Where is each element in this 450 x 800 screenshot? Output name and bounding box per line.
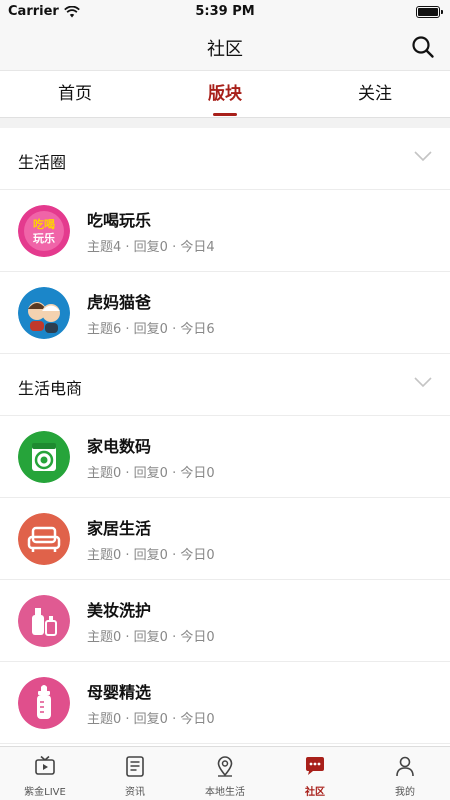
parents-icon [18, 287, 70, 339]
forum-row[interactable]: 家电数码 主题0 · 回复0 · 今日0 [0, 416, 450, 498]
tv-icon [35, 755, 55, 775]
tabbar-label: 紫金LIVE [24, 787, 66, 798]
active-tab-indicator [213, 113, 237, 116]
tabbar-label: 资讯 [125, 787, 145, 798]
top-tabs: 首页 版块 关注 [0, 70, 450, 118]
forum-name: 美妆洗护 [87, 601, 152, 620]
washing-machine-icon [18, 431, 70, 483]
forum-stats: 主题0 · 回复0 · 今日0 [87, 466, 215, 481]
chevron-down-icon[interactable] [414, 150, 432, 162]
news-icon [126, 756, 144, 777]
forum-name: 吃喝玩乐 [87, 211, 152, 230]
forum-name: 家居生活 [87, 519, 152, 538]
tabbar-label: 我的 [395, 787, 415, 798]
forum-stats: 主题0 · 回复0 · 今日0 [87, 712, 215, 727]
forum-row[interactable]: 母婴精选 主题0 · 回复0 · 今日0 [0, 662, 450, 744]
chevron-down-icon[interactable] [414, 376, 432, 388]
tab-following[interactable]: 关注 [300, 71, 450, 119]
forum-row[interactable]: 虎妈猫爸 主题6 · 回复0 · 今日6 [0, 272, 450, 354]
tabbar-item-news[interactable]: 资讯 [90, 747, 180, 800]
bottom-tab-bar: 紫金LIVE 资讯 本地生活 社区 我的 [0, 746, 450, 800]
svg-text:玩乐: 玩乐 [33, 231, 55, 245]
forum-row[interactable]: 美妆洗护 主题0 · 回复0 · 今日0 [0, 580, 450, 662]
forum-stats: 主题0 · 回复0 · 今日0 [87, 630, 215, 645]
status-bar: Carrier 5:39 PM [0, 0, 450, 24]
sofa-icon [18, 513, 70, 565]
tabbar-label: 本地生活 [205, 787, 245, 798]
forum-stats: 主题6 · 回复0 · 今日6 [87, 322, 215, 337]
page-title: 社区 [207, 39, 243, 60]
section-header-ecommerce[interactable]: 生活电商 [0, 354, 450, 416]
nav-bar: 社区 [0, 24, 450, 70]
search-icon[interactable] [410, 34, 436, 60]
tabbar-item-community[interactable]: 社区 [270, 747, 360, 800]
tab-home[interactable]: 首页 [0, 71, 150, 119]
forum-row[interactable]: 吃喝 玩乐 吃喝玩乐 主题4 · 回复0 · 今日4 [0, 190, 450, 272]
section-title: 生活圈 [18, 153, 67, 172]
forum-stats: 主题4 · 回复0 · 今日4 [87, 240, 215, 255]
forum-name: 母婴精选 [87, 683, 152, 702]
cosmetics-icon [18, 595, 70, 647]
section-title: 生活电商 [18, 379, 83, 398]
tabbar-label: 社区 [305, 787, 325, 798]
svg-text:吃喝: 吃喝 [33, 217, 55, 231]
section-header-life-circle[interactable]: 生活圈 [0, 128, 450, 190]
forum-row[interactable]: 家居生活 主题0 · 回复0 · 今日0 [0, 498, 450, 580]
forum-name: 虎妈猫爸 [87, 293, 152, 312]
forum-stats: 主题0 · 回复0 · 今日0 [87, 548, 215, 563]
profile-icon [396, 756, 414, 777]
tab-boards[interactable]: 版块 [150, 71, 300, 119]
location-pin-icon [217, 756, 233, 777]
forum-name: 家电数码 [87, 437, 152, 456]
battery-icon [416, 6, 443, 18]
chat-bubble-icon [306, 757, 324, 775]
tabbar-item-live[interactable]: 紫金LIVE [0, 747, 90, 800]
baby-bottle-icon [18, 677, 70, 729]
tabbar-item-profile[interactable]: 我的 [360, 747, 450, 800]
forum-list: 生活圈 吃喝 玩乐 吃喝玩乐 主题4 · 回复0 · 今日4 虎妈猫爸 主题6 … [0, 128, 450, 746]
status-time: 5:39 PM [195, 4, 255, 19]
food-fun-icon: 吃喝 玩乐 [18, 205, 70, 257]
tabbar-item-local-life[interactable]: 本地生活 [180, 747, 270, 800]
